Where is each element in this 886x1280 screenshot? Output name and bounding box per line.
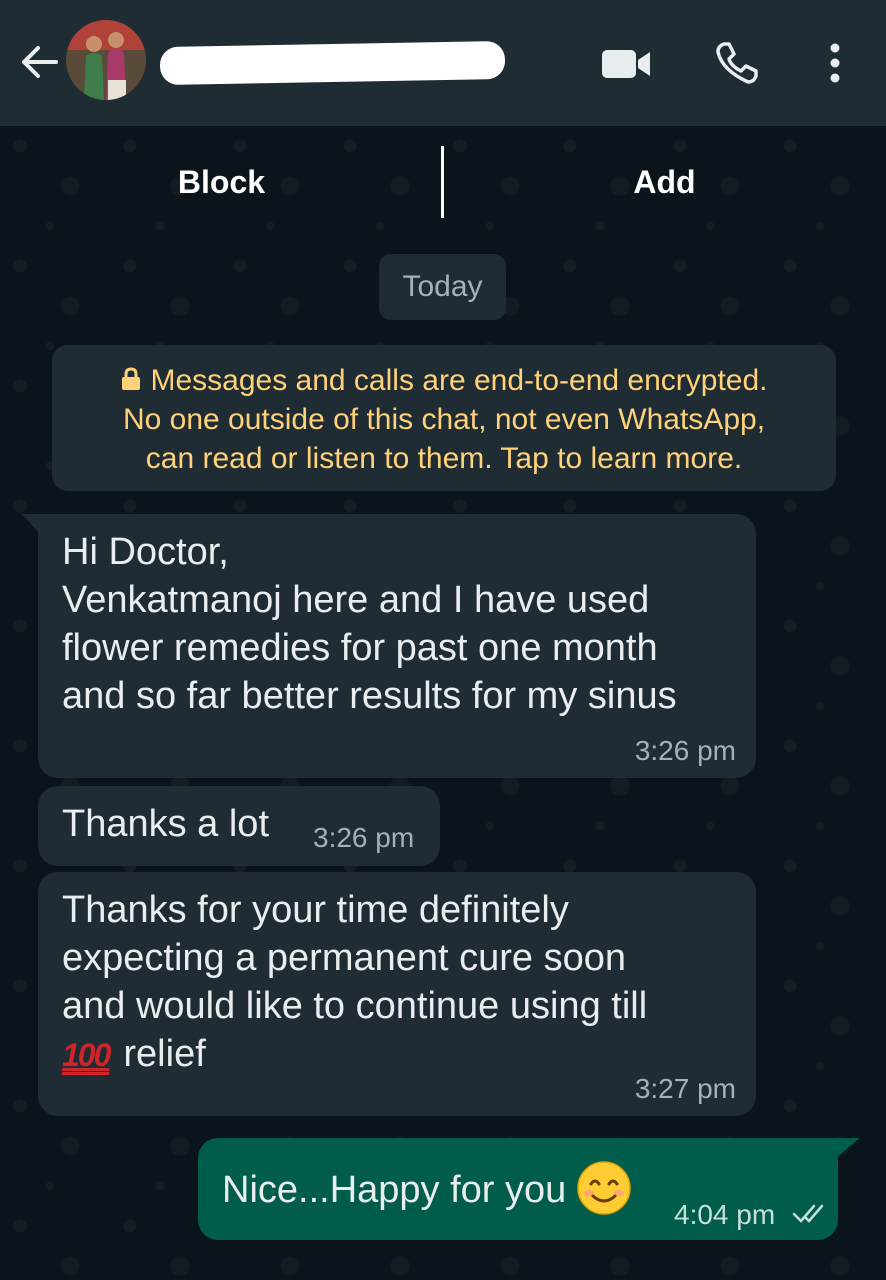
back-arrow-icon[interactable] bbox=[16, 40, 60, 84]
video-call-icon[interactable] bbox=[600, 44, 652, 84]
message-text: flower remedies for past one month bbox=[62, 627, 658, 669]
message-text: Thanks for your time definitely bbox=[62, 889, 569, 931]
message-text: and so far better results for my sinus bbox=[62, 675, 677, 717]
incoming-message[interactable]: Thanks for your time definitely expectin… bbox=[38, 872, 756, 1116]
more-options-icon[interactable] bbox=[820, 40, 850, 86]
date-chip: Today bbox=[379, 254, 506, 320]
bubble-tail bbox=[836, 1138, 860, 1158]
notice-line-3: can read or listen to them. Tap to learn… bbox=[145, 442, 743, 475]
message-text: Venkatmanoj here and I have used bbox=[62, 579, 650, 621]
message-time: 3:26 pm bbox=[634, 735, 736, 766]
encryption-notice[interactable]: Messages and calls are end-to-end encryp… bbox=[52, 345, 836, 491]
block-button[interactable]: Block bbox=[0, 126, 443, 238]
message-text: expecting a permanent cure soon bbox=[62, 937, 627, 979]
message-time: 3:27 pm bbox=[634, 1073, 736, 1104]
chat-header: +91 ••••••••••••55 bbox=[0, 0, 886, 126]
notice-line-2: No one outside of this chat, not even Wh… bbox=[122, 403, 766, 436]
message-text: and would like to continue using till bbox=[62, 985, 648, 1027]
notice-line-1: Messages and calls are end-to-end encryp… bbox=[150, 364, 768, 397]
avatar[interactable] bbox=[66, 20, 146, 100]
voice-call-icon[interactable] bbox=[714, 40, 760, 86]
hundred-points-emoji-icon: 100 bbox=[62, 1037, 111, 1073]
redaction-mark bbox=[159, 40, 506, 86]
lock-icon bbox=[122, 367, 141, 390]
message-text: relief bbox=[123, 1033, 206, 1075]
message-time: 3:26 pm bbox=[313, 822, 415, 853]
add-contact-button[interactable]: Add bbox=[443, 126, 886, 238]
message-time: 4:04 pm bbox=[674, 1199, 776, 1230]
message-text: Hi Doctor, bbox=[62, 531, 229, 573]
smiling-face-emoji-icon bbox=[577, 1161, 632, 1215]
read-ticks-icon bbox=[792, 1204, 824, 1223]
incoming-message[interactable]: Hi Doctor, Venkatmanoj here and I have u… bbox=[38, 514, 756, 778]
unknown-contact-actions: Block Add bbox=[0, 126, 886, 238]
message-text: Nice...Happy for you bbox=[222, 1169, 567, 1211]
incoming-message[interactable]: Thanks a lot 3:26 pm bbox=[38, 786, 440, 866]
outgoing-message[interactable]: Nice...Happy for you 4:04 pm bbox=[198, 1138, 838, 1240]
